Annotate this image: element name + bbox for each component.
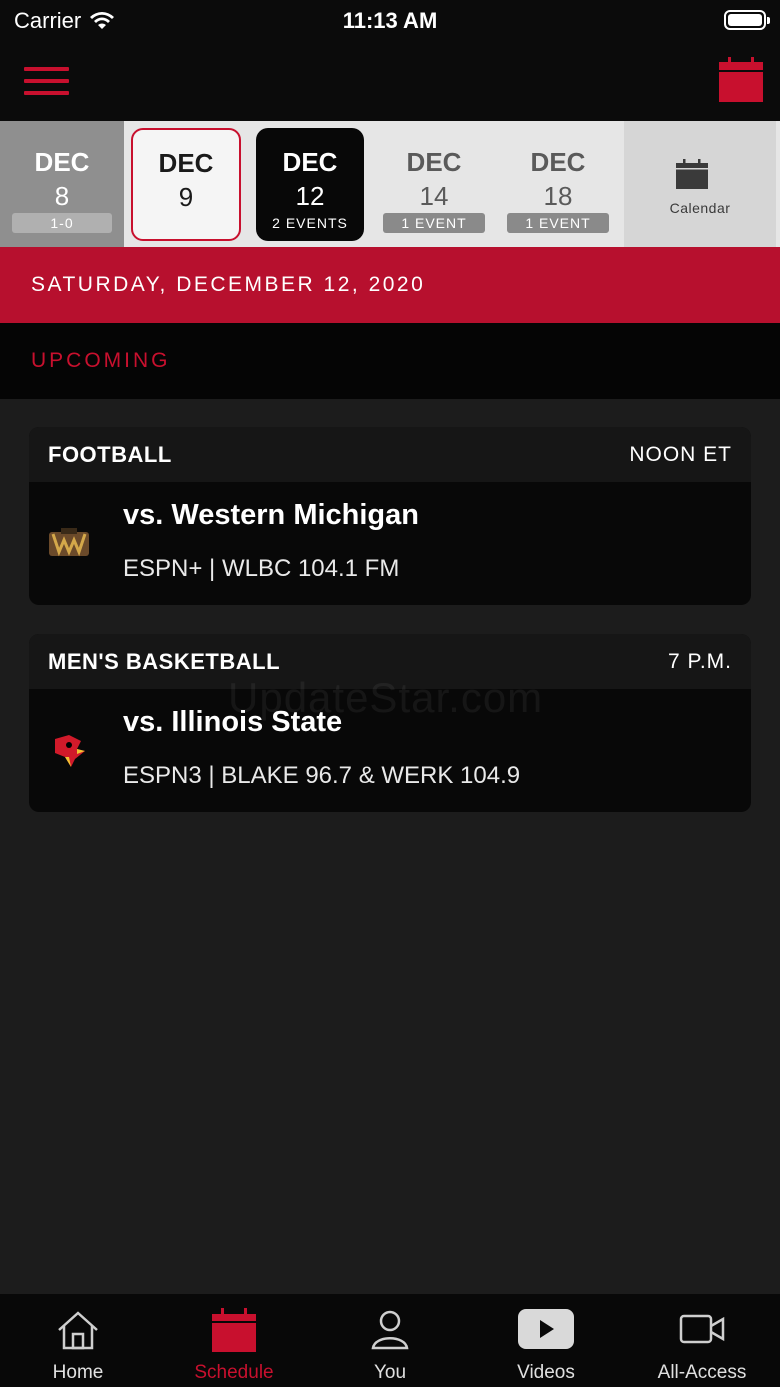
tab-label: Schedule [194,1362,274,1383]
event-opponent: vs. Western Michigan [123,499,419,531]
person-icon [371,1310,409,1350]
event-sport: MEN'S BASKETBALL [48,648,281,674]
event-broadcast: ESPN3 | BLAKE 96.7 & WERK 104.9 [123,762,521,789]
menu-icon[interactable] [24,67,69,95]
status-bar: Carrier 11:13 AM [0,0,780,42]
date-day: 18 [543,181,573,211]
tab-label: Home [52,1362,104,1383]
date-day: 9 [178,182,194,212]
date-day: 12 [295,181,325,211]
calendar-icon [212,1308,256,1352]
date-day: 14 [419,181,449,211]
date-item-dec-14[interactable]: DEC 14 1 EVENT [380,121,488,247]
tab-home[interactable]: Home [0,1294,156,1387]
bottom-tab-bar: Home Schedule You Videos All-Access [0,1294,780,1387]
video-camera-icon [679,1314,725,1344]
event-card-football[interactable]: FOOTBALL NOON ET vs. Western Michigan ES… [29,427,751,605]
tab-all-access[interactable]: All-Access [624,1294,780,1387]
event-sport: FOOTBALL [48,441,172,467]
event-header: MEN'S BASKETBALL 7 P.M. [29,634,751,689]
top-nav-bar [0,42,780,121]
section-label-upcoming: UPCOMING [0,323,780,399]
date-item-dec-9[interactable]: DEC 9 [131,128,241,241]
event-time: 7 P.M. [668,649,732,673]
tab-schedule[interactable]: Schedule [156,1294,312,1387]
play-icon [518,1309,574,1349]
event-card-mens-basketball[interactable]: MEN'S BASKETBALL 7 P.M. vs. Illinois Sta… [29,634,751,812]
date-badge: 1-0 [12,213,112,233]
date-month: DEC [406,147,462,177]
western-michigan-logo-icon [49,528,89,557]
date-month: DEC [282,147,338,177]
status-time: 11:13 AM [342,8,438,33]
event-opponent: vs. Illinois State [123,706,343,738]
event-time: NOON ET [629,442,732,466]
tab-you[interactable]: You [312,1294,468,1387]
event-header: FOOTBALL NOON ET [29,427,751,482]
date-badge: 1 EVENT [383,213,485,233]
calendar-label: Calendar [669,200,731,216]
date-month: DEC [158,148,214,178]
tab-label: You [373,1362,407,1383]
calendar-button[interactable]: Calendar [624,121,776,247]
date-item-dec-8[interactable]: DEC 8 1-0 [0,121,124,247]
date-item-dec-18[interactable]: DEC 18 1 EVENT [504,121,612,247]
date-badge: 2 EVENTS [272,215,348,231]
date-month: DEC [34,147,90,177]
battery-icon [724,10,770,30]
tab-label: All-Access [657,1362,747,1383]
calendar-icon[interactable] [718,57,764,103]
date-day: 8 [54,181,70,211]
date-month: DEC [530,147,586,177]
event-broadcast: ESPN+ | WLBC 104.1 FM [123,555,400,582]
date-strip: DEC 8 1-0 DEC 9 DEC 12 2 EVENTS DEC 14 1… [0,121,780,247]
illinois-state-logo-icon [55,735,85,767]
calendar-icon [676,159,708,189]
selected-date-banner: SATURDAY, DECEMBER 12, 2020 [0,247,780,323]
tab-videos[interactable]: Videos [468,1294,624,1387]
date-item-dec-12[interactable]: DEC 12 2 EVENTS [256,128,364,241]
home-icon [58,1311,98,1350]
date-badge: 1 EVENT [507,213,609,233]
tab-label: Videos [517,1362,575,1383]
